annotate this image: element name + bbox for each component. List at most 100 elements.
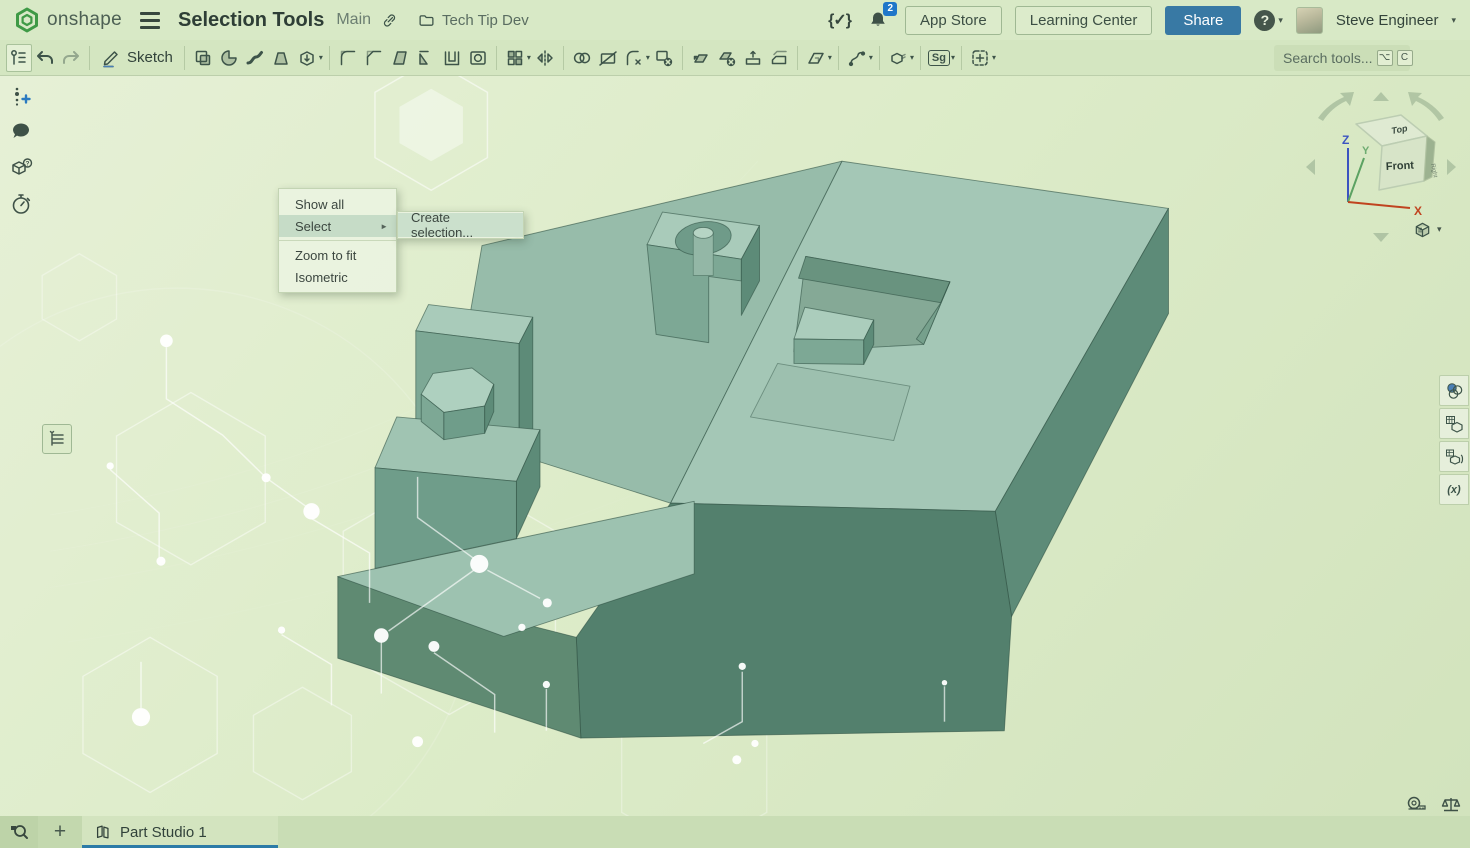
document-title[interactable]: Selection Tools [178,9,324,32]
feature-panel-toggle[interactable] [42,424,72,454]
logo-wordmark: onshape [47,9,122,31]
measure-tape-icon [1405,795,1427,815]
rib-button[interactable] [413,44,439,72]
scene-graphics [0,76,1470,816]
help-menu[interactable]: ? ▾ [1254,10,1283,31]
modify-group-chevron-icon[interactable]: ▾ [646,53,650,62]
transform-button[interactable] [885,44,911,72]
split-button[interactable] [595,44,621,72]
config-table-cube-icon [1444,414,1464,434]
create-version-button[interactable] [9,84,33,108]
menu-item-zoom-to-fit[interactable]: Zoom to fit [279,244,396,266]
appearance-icon [1444,381,1464,401]
pattern-group-chevron-icon[interactable]: ▾ [527,53,531,62]
replace-face-button[interactable] [740,44,766,72]
stopwatch-icon [9,192,33,216]
revolve-button[interactable] [216,44,242,72]
measure-button[interactable] [1405,795,1427,818]
linear-pattern-button[interactable] [502,44,528,72]
notification-badge: 2 [883,2,897,16]
menu-item-isometric[interactable]: Isometric [279,266,396,288]
feature-toolbar: Sketch ▾ [0,40,1470,76]
selection-group-chevron-icon[interactable]: ▾ [992,53,996,62]
tab-part-studio-1[interactable]: Part Studio 1 [82,816,278,848]
curve-group-chevron-icon[interactable]: ▾ [869,53,873,62]
menu-item-show-all[interactable]: Show all [279,193,396,215]
shortcut-alt-key: ⌥ [1377,50,1393,66]
top-bar: onshape Selection Tools Main Tech Tip De… [0,0,1470,40]
share-button[interactable]: Share [1165,6,1241,35]
tab-search-icon [9,822,29,842]
learning-center-button[interactable]: Learning Center [1015,6,1153,35]
featurescript-button[interactable]: {✓} [828,10,851,30]
menu-separator [279,240,396,241]
offset-surface-button[interactable] [766,44,792,72]
hole-button[interactable] [465,44,491,72]
modify-fillet-button[interactable] [621,44,647,72]
app-store-button[interactable]: App Store [905,6,1002,35]
boolean-button[interactable] [569,44,595,72]
history-timer-button[interactable] [9,192,33,216]
comments-button[interactable] [9,120,33,144]
tab-search-button[interactable] [0,816,38,848]
feature-list-toggle-button[interactable] [6,44,32,72]
menu-item-select[interactable]: Select ► [279,215,396,237]
appearance-panel-button[interactable] [1439,375,1469,406]
axis-y-label: Y [1362,145,1370,157]
tab-label: Part Studio 1 [120,824,207,841]
sweep-button[interactable] [242,44,268,72]
boss-group-chevron-icon[interactable]: ▾ [319,53,323,62]
3d-model-part[interactable] [338,161,1169,738]
avatar[interactable] [1296,7,1323,34]
curve-button[interactable] [844,44,870,72]
submenu-arrow-icon: ► [380,222,388,231]
cube-front-label[interactable]: Front [1386,160,1415,173]
user-name[interactable]: Steve Engineer [1336,12,1439,29]
mass-properties-button[interactable] [1440,795,1462,818]
configurations-panel-button[interactable] [1439,408,1469,439]
variables-panel-button[interactable]: (x) [1439,474,1469,505]
delete-part-button[interactable] [651,44,677,72]
share-link-button[interactable] [381,12,398,29]
redo-button[interactable] [58,44,84,72]
featurescript-icon: {✓} [828,10,851,30]
mirror-button[interactable] [532,44,558,72]
extrude-button[interactable] [190,44,216,72]
menu-item-create-selection[interactable]: Create selection... [398,213,523,237]
transform-icon [888,48,908,68]
document-menu-button[interactable] [140,7,166,33]
thicken-button[interactable] [294,44,320,72]
sketch-button[interactable]: Sketch [95,48,179,68]
workspace-name[interactable]: Main [336,11,371,29]
plane-group-chevron-icon[interactable]: ▾ [828,53,832,62]
fillet-button[interactable] [335,44,361,72]
onshape-logo[interactable]: onshape [14,7,122,33]
shortcut-c-key: C [1397,50,1413,66]
notifications-button[interactable]: 2 [868,10,888,30]
user-chevron-down-icon[interactable]: ▾ [1451,15,1456,26]
part-studio-icon [94,823,112,841]
sketch-label: Sketch [127,49,173,66]
add-tab-button[interactable]: + [38,816,82,848]
configured-features-panel-button[interactable] [1439,441,1469,472]
delete-face-button[interactable] [714,44,740,72]
search-tools-input[interactable]: Search tools... ⌥ C [1274,45,1410,71]
move-face-button[interactable] [688,44,714,72]
sg-custom-feature-button[interactable]: Sg [926,44,952,72]
selection-tools-button[interactable] [967,44,993,72]
pencil-icon [101,48,121,68]
loft-button[interactable] [268,44,294,72]
folder-breadcrumb[interactable]: Tech Tip Dev [418,12,529,29]
shell-button[interactable] [439,44,465,72]
cube-question-icon: ? [9,156,33,180]
sg-group-chevron-icon[interactable]: ▾ [951,53,955,62]
chamfer-button[interactable] [361,44,387,72]
modify-fillet-icon [624,48,644,68]
draft-button[interactable] [387,44,413,72]
selection-plus-icon [970,48,990,68]
transform-group-chevron-icon[interactable]: ▾ [910,53,914,62]
view-options-dropdown[interactable]: ▾ [1413,220,1442,239]
part-help-button[interactable]: ? [9,156,33,180]
plane-button[interactable] [803,44,829,72]
undo-button[interactable] [32,44,58,72]
